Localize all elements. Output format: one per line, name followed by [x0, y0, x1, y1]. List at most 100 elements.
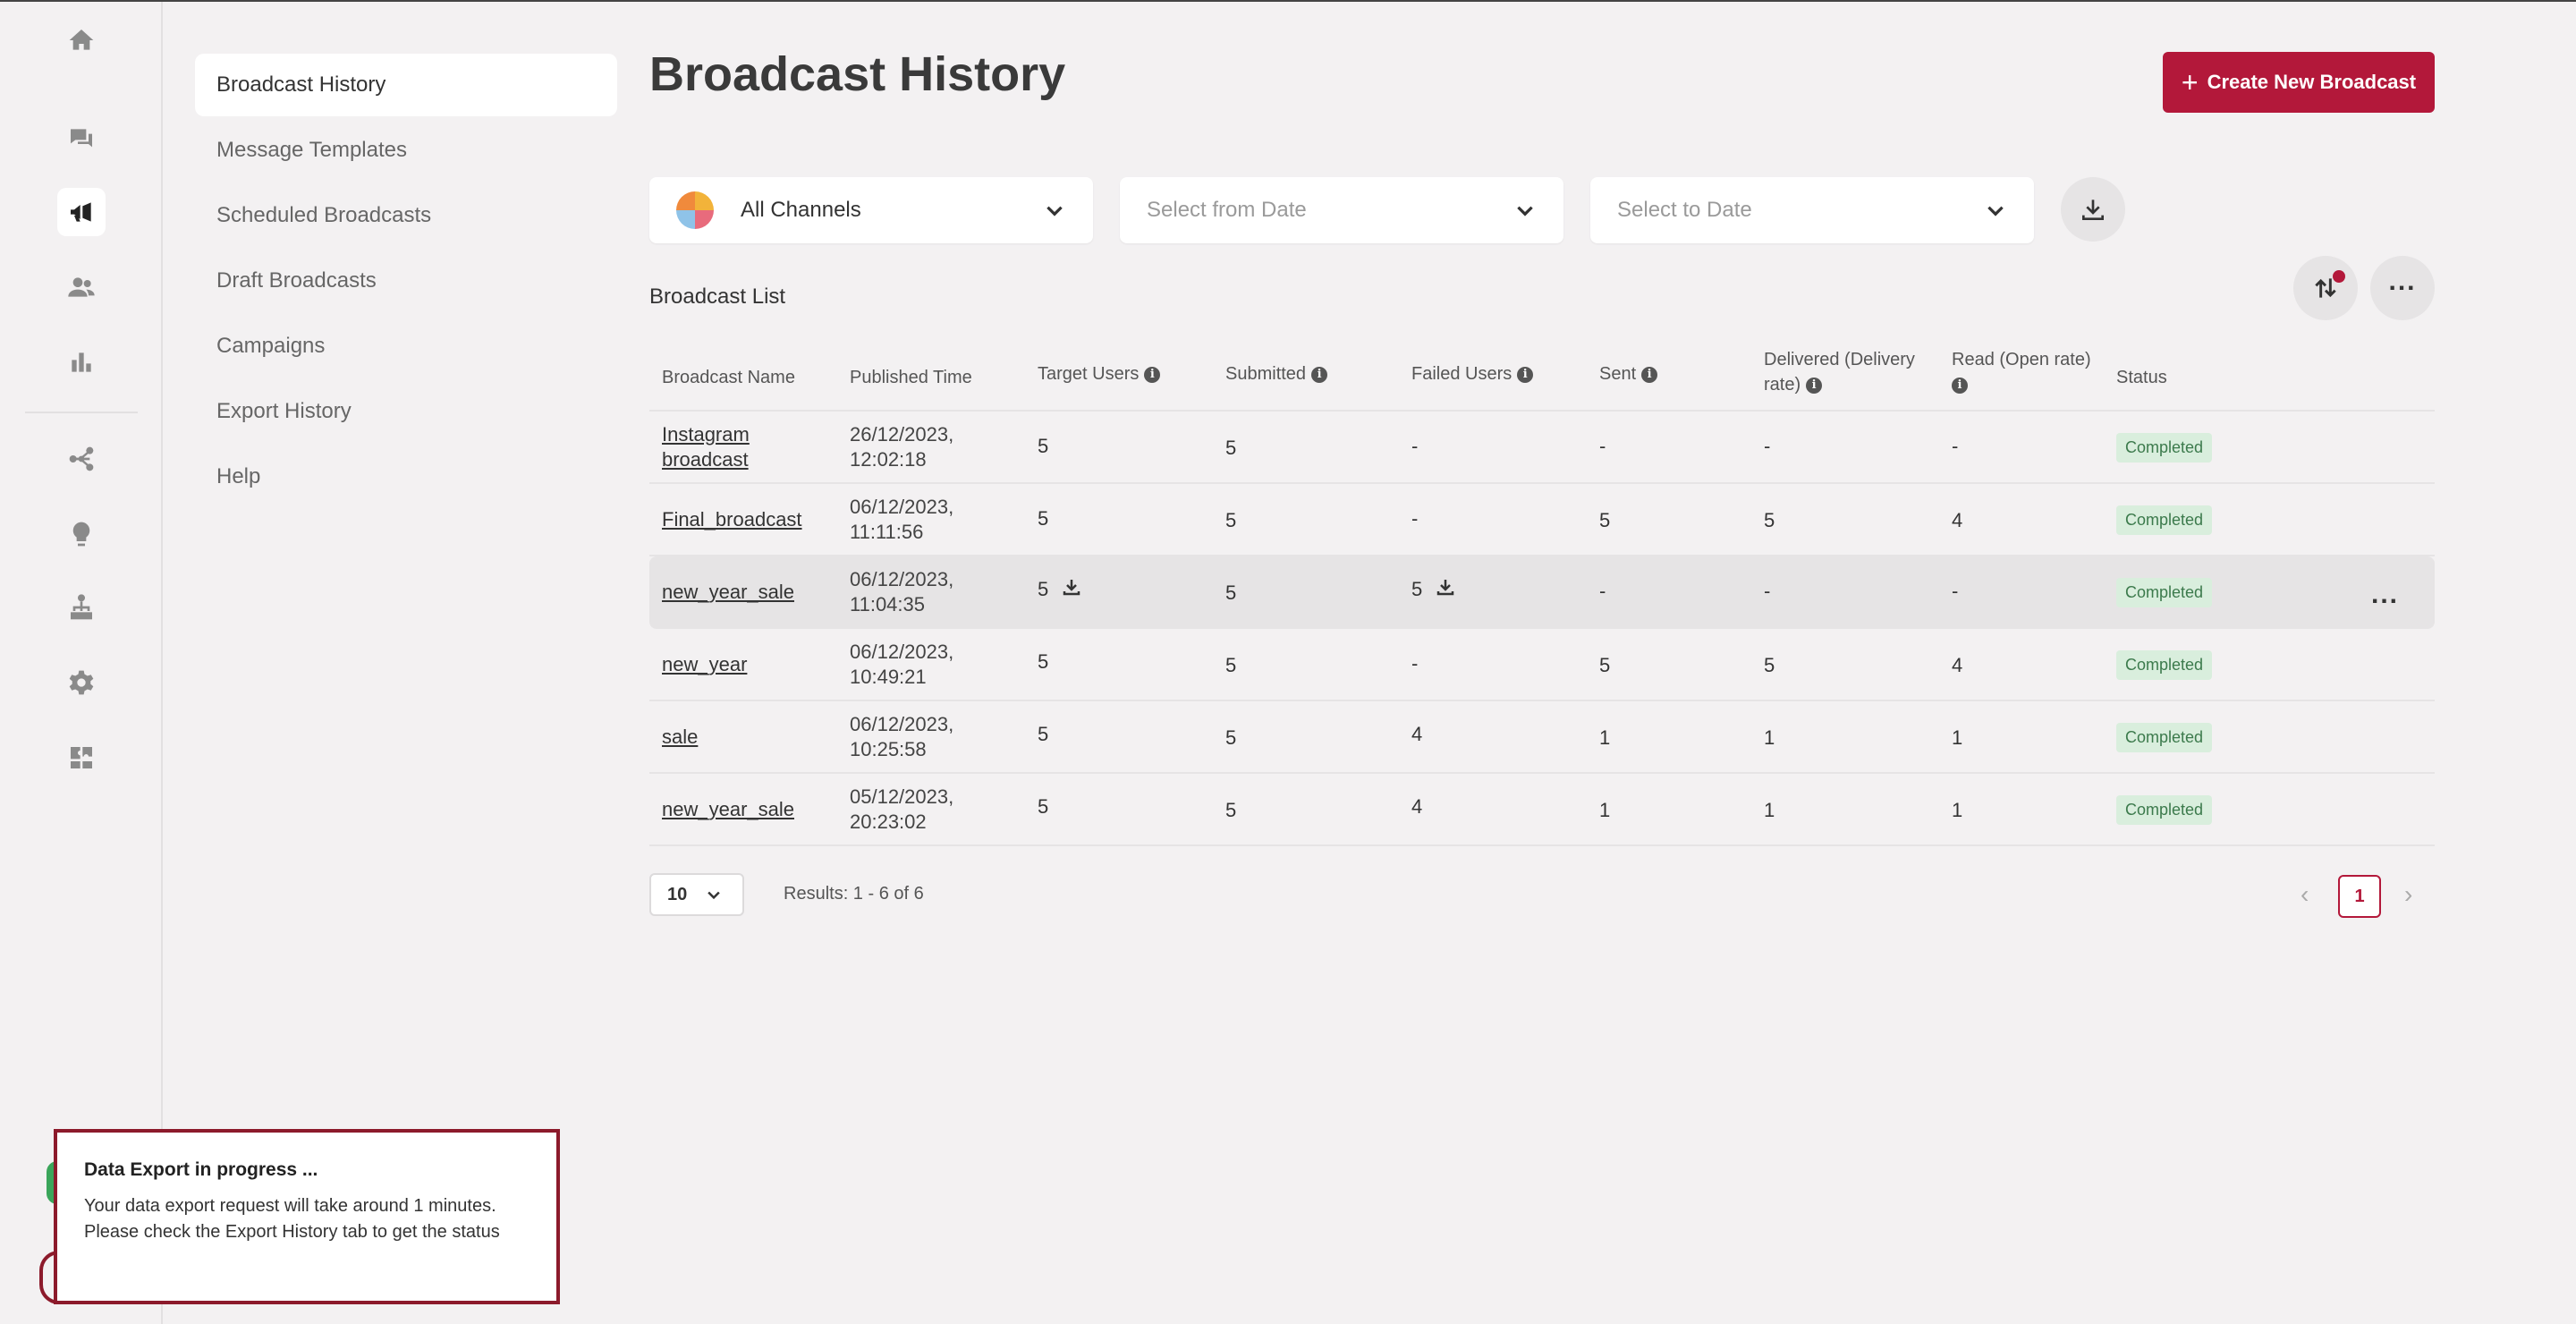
col-read[interactable]: Read (Open rate) i — [1952, 347, 2091, 397]
page-size-select[interactable]: 10 — [649, 873, 744, 916]
channel-select[interactable]: All Channels — [649, 177, 1093, 243]
sort-button[interactable] — [2293, 256, 2358, 320]
info-icon[interactable]: i — [1311, 366, 1328, 383]
sent-value: - — [1599, 580, 1606, 602]
table-row[interactable]: new_year 06/12/2023, 10:49:21 5 5 - 5 5 4… — [649, 629, 2435, 701]
broadcast-name-link[interactable]: new_year_sale — [662, 797, 794, 822]
table-row[interactable]: Final_broadcast 06/12/2023, 11:11:56 5 5 … — [649, 484, 2435, 556]
col-delivered[interactable]: Delivered (Delivery rate) i — [1764, 347, 1915, 397]
to-date-placeholder: Select to Date — [1617, 198, 1752, 222]
page-number-current[interactable]: 1 — [2338, 875, 2381, 918]
broadcast-name-link[interactable]: new_year — [662, 652, 747, 677]
read-value: 4 — [1952, 509, 1963, 531]
col-published-time[interactable]: Published Time — [850, 365, 972, 390]
subnav-item-scheduled-broadcasts[interactable]: Scheduled Broadcasts — [195, 184, 617, 247]
channel-select-value: All Channels — [741, 198, 861, 222]
col-sent[interactable]: Sent i — [1599, 361, 1658, 386]
page-title: Broadcast History — [649, 47, 1066, 101]
to-date-select[interactable]: Select to Date — [1590, 177, 2034, 243]
home-icon[interactable] — [57, 16, 106, 64]
download-icon — [2082, 199, 2104, 220]
delivered-value: 1 — [1764, 726, 1775, 749]
table-row[interactable]: Instagram broadcast 26/12/2023, 12:02:18 5… — [649, 412, 2435, 484]
col-submitted[interactable]: Submitted i — [1225, 361, 1328, 386]
subnav-item-broadcast-history[interactable]: Broadcast History — [195, 54, 617, 116]
chevron-down-icon — [1984, 199, 2007, 222]
target-users-value: 5 — [1038, 795, 1049, 818]
failed-users-cell: 5 — [1411, 576, 1456, 603]
broadcast-name-link[interactable]: Instagram broadcast — [662, 422, 750, 472]
export-toast: Data Export in progress ... Your data ex… — [54, 1129, 560, 1304]
published-clock: 10:49:21 — [850, 666, 927, 688]
table-row[interactable]: new_year_sale 05/12/2023, 20:23:02 5 5 4 … — [649, 774, 2435, 846]
info-icon[interactable]: i — [1952, 377, 1968, 394]
row-more-icon[interactable]: ... — [2371, 580, 2399, 610]
failed-users-value: 4 — [1411, 723, 1423, 745]
info-icon[interactable]: i — [1806, 377, 1823, 394]
sent-value: 1 — [1599, 799, 1611, 821]
org-tree-icon[interactable] — [57, 583, 106, 632]
download-icon[interactable] — [1061, 576, 1082, 603]
chat-icon[interactable] — [57, 115, 106, 163]
subnav-item-campaigns[interactable]: Campaigns — [195, 315, 617, 378]
col-broadcast-name[interactable]: Broadcast Name — [662, 365, 795, 390]
create-new-broadcast-button[interactable]: + Create New Broadcast — [2163, 52, 2435, 113]
create-button-label: Create New Broadcast — [2207, 71, 2417, 93]
target-users-value: 5 — [1038, 507, 1049, 530]
top-border — [0, 0, 2576, 2]
status-badge: Completed — [2116, 505, 2213, 535]
published-date: 06/12/2023, — [850, 568, 954, 590]
submitted-value: 5 — [1225, 437, 1237, 459]
megaphone-icon[interactable] — [57, 188, 106, 236]
contacts-icon[interactable] — [57, 263, 106, 311]
published-clock: 11:11:56 — [850, 521, 924, 543]
table-row[interactable]: sale 06/12/2023, 10:25:58 5 5 4 1 1 1 Com… — [649, 701, 2435, 774]
chevron-down-icon — [1043, 199, 1066, 222]
table-row[interactable]: new_year_sale 06/12/2023, 11:04:35 5 5 5 … — [649, 556, 2435, 629]
failed-users-value: - — [1411, 652, 1419, 675]
col-failed-users-label: Failed Users — [1411, 364, 1513, 384]
broadcast-name-link[interactable]: Final_broadcast — [662, 507, 802, 532]
col-submitted-label: Submitted — [1225, 364, 1307, 384]
results-count: Results: 1 - 6 of 6 — [784, 884, 924, 904]
subnav-item-help[interactable]: Help — [195, 446, 617, 508]
subnav-item-message-templates[interactable]: Message Templates — [195, 119, 617, 182]
subnav-item-draft-broadcasts[interactable]: Draft Broadcasts — [195, 250, 617, 312]
list-more-button[interactable]: ... — [2370, 256, 2435, 320]
prev-page-icon[interactable]: ‹ — [2301, 880, 2309, 909]
broadcast-subnav: Broadcast History Message Templates Sche… — [195, 54, 617, 511]
sent-value: - — [1599, 435, 1606, 457]
export-download-button[interactable] — [2061, 177, 2125, 242]
submitted-value: 5 — [1225, 799, 1237, 821]
info-icon[interactable]: i — [1144, 366, 1161, 383]
read-value: - — [1952, 435, 1959, 457]
col-failed-users[interactable]: Failed Users i — [1411, 361, 1534, 386]
col-target-users[interactable]: Target Users i — [1038, 361, 1161, 386]
broadcast-name-link[interactable]: sale — [662, 725, 698, 750]
flow-icon[interactable] — [57, 435, 106, 483]
toast-title: Data Export in progress ... — [84, 1159, 318, 1180]
published-clock: 20:23:02 — [850, 811, 927, 833]
download-icon[interactable] — [1435, 576, 1456, 603]
broadcast-name-link[interactable]: new_year_sale — [662, 580, 794, 605]
info-icon[interactable]: i — [1517, 366, 1534, 383]
target-users-value: 5 — [1038, 578, 1049, 600]
next-page-icon[interactable]: › — [2404, 880, 2412, 909]
delivered-value: - — [1764, 580, 1771, 602]
published-time: 05/12/2023, 20:23:02 — [850, 785, 953, 835]
integrations-icon[interactable] — [57, 734, 106, 782]
gear-icon[interactable] — [57, 658, 106, 707]
info-icon[interactable]: i — [1641, 366, 1658, 383]
bulb-icon[interactable] — [57, 510, 106, 558]
subnav-item-export-history[interactable]: Export History — [195, 380, 617, 443]
sent-value: 5 — [1599, 654, 1611, 676]
delivered-value: 1 — [1764, 799, 1775, 821]
delivered-value: 5 — [1764, 509, 1775, 531]
from-date-select[interactable]: Select from Date — [1120, 177, 1563, 243]
analytics-icon[interactable] — [57, 338, 106, 386]
col-sent-label: Sent — [1599, 364, 1637, 384]
broadcast-name-line-1: Instagram — [662, 423, 750, 446]
submitted-value: 5 — [1225, 726, 1237, 749]
published-clock: 10:25:58 — [850, 738, 927, 760]
failed-users-value: 5 — [1411, 578, 1423, 600]
